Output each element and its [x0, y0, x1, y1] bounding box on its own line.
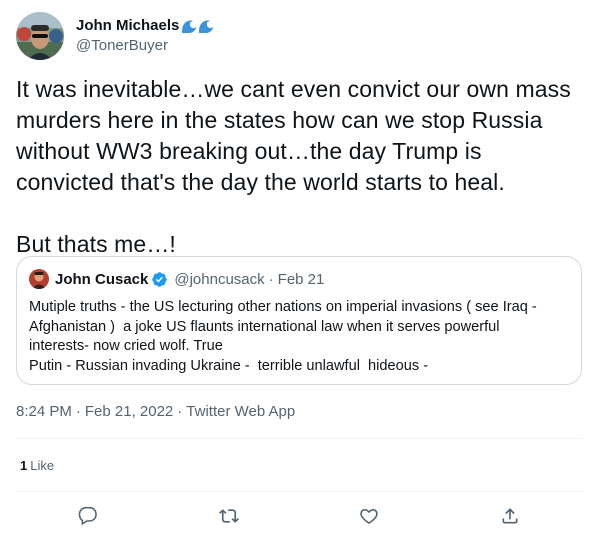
water-wave-icon: [199, 20, 214, 33]
name-emoji-group: [181, 18, 215, 34]
quoted-date: Feb 21: [277, 270, 325, 288]
avatar-photo-icon: [16, 12, 64, 60]
tweet-text: It was inevitable…we cant even convict o…: [16, 76, 571, 257]
avatar-photo-icon: [29, 269, 49, 289]
meta-separator: ·: [75, 403, 81, 420]
tweet-source[interactable]: Twitter Web App: [186, 403, 295, 420]
divider: [16, 438, 582, 439]
author-display-name-row[interactable]: John Michaels: [76, 16, 215, 36]
tweet-header: John Michaels @TonerBuyer: [16, 12, 215, 60]
quoted-tweet-text: Mutiple truths - the US lecturing other …: [29, 299, 537, 374]
like-button[interactable]: [353, 500, 385, 532]
tweet-time[interactable]: 8:24 PM: [16, 403, 72, 420]
likes-count: 1: [20, 458, 28, 473]
author-handle[interactable]: @TonerBuyer: [76, 36, 215, 56]
quoted-separator: ·: [268, 270, 274, 288]
water-wave-icon: [182, 20, 197, 33]
likes-label: Like: [30, 458, 55, 473]
quoted-tweet-header: John Cusack @johncusack · Feb 21: [29, 269, 569, 289]
retweet-icon: [219, 509, 239, 523]
divider: [16, 491, 582, 492]
quoted-author-avatar: [29, 269, 49, 289]
quoted-handle: @johncusack: [174, 270, 265, 288]
share-button[interactable]: [494, 500, 526, 532]
quoted-display-name: John Cusack: [55, 270, 149, 288]
verified-badge-icon: [151, 271, 168, 288]
meta-separator: ·: [177, 403, 183, 420]
reply-button[interactable]: [72, 500, 104, 532]
author-avatar[interactable]: [16, 12, 64, 60]
tweet-date[interactable]: Feb 21, 2022: [85, 403, 173, 420]
heart-icon: [360, 508, 378, 524]
quoted-tweet-card[interactable]: John Cusack @johncusack · Feb 21 Mutiple…: [16, 256, 582, 385]
author-names: John Michaels @TonerBuyer: [76, 16, 215, 56]
reply-bubble-icon: [78, 506, 97, 526]
share-upload-icon: [502, 508, 518, 524]
likes-stat[interactable]: 1 Like: [20, 457, 54, 475]
author-display-name[interactable]: John Michaels: [76, 16, 179, 36]
tweet-action-bar: [16, 500, 582, 532]
retweet-button[interactable]: [213, 500, 245, 532]
tweet-metadata: 8:24 PM · Feb 21, 2022 · Twitter Web App: [16, 402, 295, 422]
